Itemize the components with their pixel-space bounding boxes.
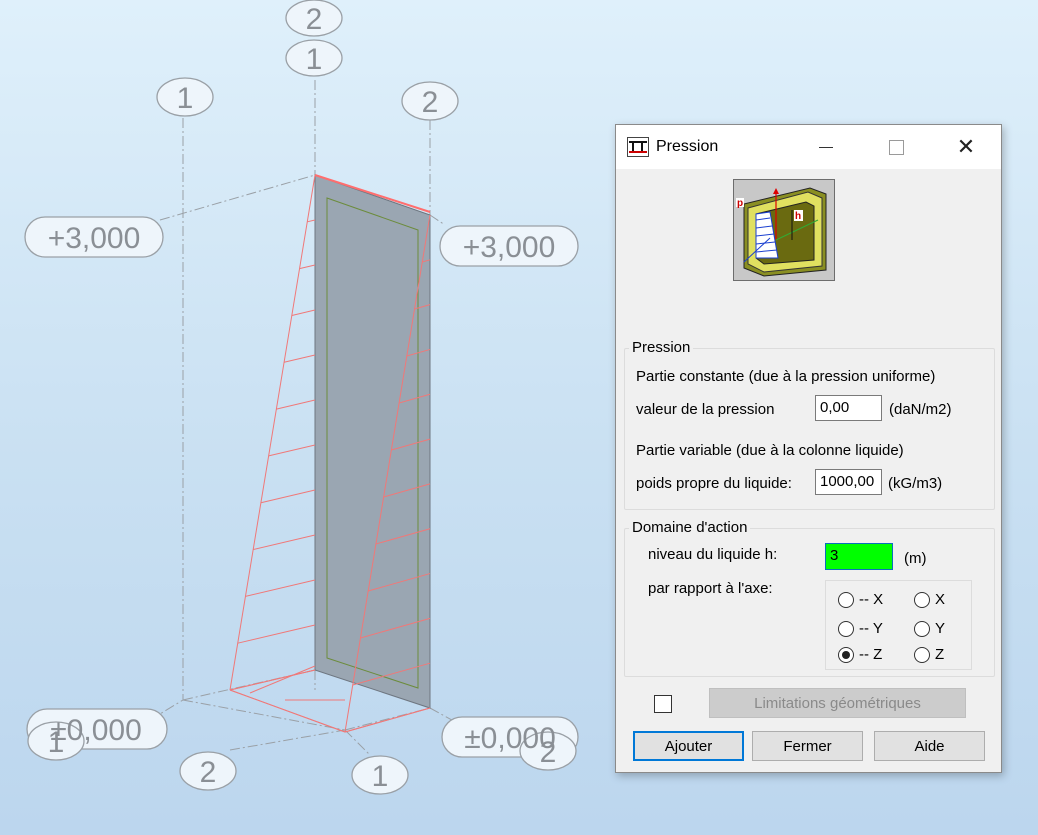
illus-h-label: h bbox=[795, 211, 801, 222]
radio-x-dot[interactable] bbox=[914, 591, 930, 608]
maximize-button[interactable] bbox=[868, 125, 924, 169]
close-icon: ✕ bbox=[956, 134, 976, 159]
radio-minus-z-dot[interactable] bbox=[838, 646, 854, 663]
load-arrow bbox=[268, 444, 316, 457]
grid-label: 2 bbox=[422, 86, 439, 119]
load-arrow bbox=[307, 219, 316, 223]
load-arrow bbox=[237, 624, 316, 644]
load-arrow bbox=[276, 399, 316, 410]
radio-minus-y[interactable]: -- Y bbox=[838, 620, 883, 637]
load-line bbox=[249, 665, 316, 694]
radio-y[interactable]: Y bbox=[914, 620, 945, 637]
load-envelope bbox=[229, 689, 346, 733]
pression-group-label: Pression bbox=[629, 339, 694, 356]
pressure-illustration: p h bbox=[733, 179, 835, 281]
radio-z-label: Z bbox=[935, 646, 945, 663]
radio-y-label: Y bbox=[935, 620, 946, 637]
liquid-level-label: niveau du liquide h: bbox=[648, 546, 778, 563]
grid-label: 2 bbox=[306, 3, 323, 36]
load-arrow bbox=[260, 489, 316, 504]
radio-minus-x[interactable]: -- X bbox=[838, 591, 883, 608]
grid-label: 1 bbox=[306, 43, 323, 76]
geometric-limits-button[interactable]: Limitations géométriques bbox=[709, 688, 966, 718]
radio-minus-y-dot[interactable] bbox=[838, 620, 854, 637]
pressure-value-label: valeur de la pression bbox=[636, 401, 775, 418]
radio-z-dot[interactable] bbox=[914, 646, 930, 663]
add-button[interactable]: Ajouter bbox=[633, 731, 744, 761]
level-label: ±0,000 bbox=[464, 722, 556, 755]
wall-panel[interactable] bbox=[314, 174, 431, 709]
radio-x-label: X bbox=[935, 591, 946, 608]
help-button[interactable]: Aide bbox=[874, 731, 985, 761]
grid-bubbles bbox=[24, 0, 579, 795]
axis-reference-label: par rapport à l'axe: bbox=[648, 580, 773, 597]
close-button[interactable]: ✕ bbox=[938, 125, 994, 169]
pressure-value-input[interactable]: 0,00 bbox=[815, 395, 882, 421]
load-arrow bbox=[229, 669, 316, 691]
minimize-icon bbox=[819, 146, 833, 148]
close-dialog-button[interactable]: Fermer bbox=[752, 731, 863, 761]
load-arrow bbox=[283, 354, 316, 363]
liquid-weight-unit-label: (kG/m3) bbox=[888, 475, 943, 492]
load-arrow bbox=[291, 309, 316, 316]
load-arrow bbox=[253, 534, 316, 551]
illus-p-label: p bbox=[737, 198, 743, 209]
constant-part-label: Partie constante (due à la pression unif… bbox=[636, 368, 936, 385]
load-arrow bbox=[299, 264, 316, 270]
liquid-level-unit-label: (m) bbox=[904, 550, 927, 567]
liquid-weight-label: poids propre du liquide: bbox=[636, 475, 792, 492]
liquid-level-input[interactable]: 3 bbox=[825, 543, 893, 570]
pressure-load-icon bbox=[627, 137, 649, 157]
minimize-button[interactable] bbox=[798, 125, 854, 169]
domaine-action-group-label: Domaine d'action bbox=[629, 519, 751, 536]
load-envelope bbox=[229, 174, 316, 691]
radio-minus-x-dot[interactable] bbox=[838, 591, 854, 608]
pressure-unit-label: (daN/m2) bbox=[889, 401, 952, 418]
maximize-icon bbox=[888, 139, 904, 155]
radio-minus-x-label: -- X bbox=[859, 591, 884, 608]
radio-minus-z-label: -- Z bbox=[859, 646, 883, 663]
level-label: ±0,000 bbox=[50, 714, 142, 747]
grid-label: 1 bbox=[372, 760, 389, 793]
radio-minus-z[interactable]: -- Z bbox=[838, 646, 882, 663]
radio-y-dot[interactable] bbox=[914, 620, 930, 637]
radio-minus-y-label: -- Y bbox=[859, 620, 883, 637]
grid-label: 2 bbox=[200, 756, 217, 789]
load-arrow bbox=[344, 707, 431, 733]
dialog-title: Pression bbox=[656, 138, 719, 155]
liquid-weight-input[interactable]: 1000,00 bbox=[815, 469, 882, 495]
geometric-limits-checkbox[interactable] bbox=[654, 695, 672, 713]
level-label: +3,000 bbox=[48, 222, 141, 255]
title-bar[interactable]: Pression ✕ bbox=[616, 125, 1001, 169]
variable-part-label: Partie variable (due à la colonne liquid… bbox=[636, 442, 904, 459]
load-arrow bbox=[245, 579, 316, 597]
radio-z[interactable]: Z bbox=[914, 646, 944, 663]
grid-label: 1 bbox=[177, 82, 194, 115]
level-label: +3,000 bbox=[463, 231, 556, 264]
radio-x[interactable]: X bbox=[914, 591, 945, 608]
pression-dialog: Pression ✕ p h Pression Partie constante… bbox=[615, 124, 1002, 773]
